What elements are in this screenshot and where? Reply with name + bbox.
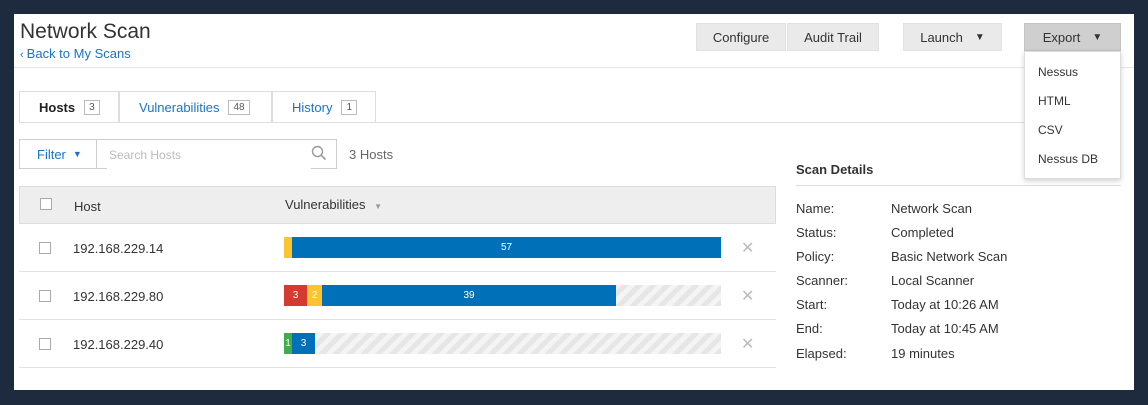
app-window: Network Scan ‹ Back to My Scans Configure…	[14, 14, 1134, 390]
severity-segment-high[interactable]: 3	[284, 285, 307, 306]
detail-label: Scanner:	[796, 273, 849, 288]
detail-value: Basic Network Scan	[891, 249, 1008, 264]
host-ip: 192.168.229.14	[73, 241, 164, 256]
caret-down-icon: ▼	[1092, 31, 1103, 43]
tabs-divider	[19, 122, 1121, 123]
sort-down-icon: ▼	[374, 202, 382, 211]
page-title: Network Scan	[20, 20, 151, 43]
detail-label: Elapsed:	[796, 346, 847, 361]
export-label: Export	[1042, 29, 1081, 45]
tab-history[interactable]: History 1	[272, 91, 376, 123]
export-option-nessus[interactable]: Nessus	[1038, 65, 1078, 79]
scan-details-title: Scan Details	[796, 162, 874, 177]
caret-down-icon: ▼	[974, 31, 985, 43]
tab-count-badge: 48	[228, 100, 250, 115]
detail-value: Local Scanner	[891, 273, 975, 288]
severity-segment-info[interactable]: 39	[322, 285, 616, 306]
host-ip: 192.168.229.80	[73, 289, 164, 304]
row-checkbox[interactable]	[39, 338, 51, 350]
table-row[interactable]: 192.168.229.80 3 2 39 ✕	[19, 272, 776, 320]
tab-count-badge: 1	[341, 100, 358, 115]
detail-value: Today at 10:26 AM	[891, 297, 999, 312]
configure-label: Configure	[712, 29, 770, 45]
vulnerabilities-column-header[interactable]: Vulnerabilities ▼	[285, 197, 382, 212]
detail-value: Today at 10:45 AM	[891, 321, 999, 336]
detail-label: End:	[796, 321, 823, 336]
hosts-table: Host Vulnerabilities ▼ 192.168.229.14 57…	[19, 186, 776, 368]
launch-label: Launch	[920, 29, 963, 45]
row-checkbox[interactable]	[39, 290, 51, 302]
filter-button[interactable]: Filter ▼	[19, 139, 97, 169]
severity-segment-info[interactable]: 3	[292, 333, 315, 354]
export-option-csv[interactable]: CSV	[1038, 123, 1063, 137]
remove-icon[interactable]: ✕	[741, 238, 754, 258]
host-count: 3 Hosts	[349, 147, 394, 162]
caret-down-icon: ▼	[72, 149, 82, 159]
chevron-left-icon: ‹	[20, 49, 24, 61]
detail-label: Policy:	[796, 249, 835, 264]
table-row[interactable]: 192.168.229.14 57 ✕	[19, 224, 776, 272]
detail-label: Name:	[796, 201, 835, 216]
detail-value: Network Scan	[891, 201, 972, 216]
severity-segment-medium[interactable]: 2	[307, 285, 322, 306]
table-header: Host Vulnerabilities ▼	[19, 186, 776, 224]
tab-label: Hosts	[39, 100, 76, 115]
scan-details-divider	[796, 185, 1121, 186]
host-column-header[interactable]: Host	[74, 199, 101, 214]
filter-label: Filter	[37, 146, 66, 162]
vulnerability-bar[interactable]: 13	[284, 333, 721, 354]
configure-button[interactable]: Configure	[696, 23, 786, 51]
audit-trail-button[interactable]: Audit Trail	[787, 23, 879, 51]
tab-label: Vulnerabilities	[139, 100, 220, 115]
table-row[interactable]: 192.168.229.40 13 ✕	[19, 320, 776, 368]
search-box	[97, 139, 337, 169]
tab-hosts[interactable]: Hosts 3	[19, 91, 119, 123]
audit-trail-label: Audit Trail	[804, 29, 862, 45]
header-divider	[14, 67, 1134, 68]
vulnerability-bar[interactable]: 3 2 39	[284, 285, 721, 306]
detail-value: Completed	[891, 225, 954, 240]
search-input[interactable]	[107, 141, 311, 169]
row-checkbox[interactable]	[39, 242, 51, 254]
back-link-label: Back to My Scans	[26, 46, 131, 61]
detail-label: Status:	[796, 225, 837, 240]
detail-label: Start:	[796, 297, 828, 312]
back-to-my-scans-link[interactable]: ‹ Back to My Scans	[20, 46, 131, 61]
export-button[interactable]: Export ▼	[1024, 23, 1121, 51]
detail-value: 19 minutes	[891, 346, 955, 361]
export-option-nessus-db[interactable]: Nessus DB	[1038, 152, 1098, 166]
select-all-checkbox[interactable]	[40, 198, 52, 210]
vulnerabilities-column-label: Vulnerabilities	[285, 197, 366, 212]
tab-count-badge: 3	[84, 100, 100, 115]
severity-segment-low[interactable]: 1	[284, 333, 292, 354]
export-option-html[interactable]: HTML	[1038, 94, 1071, 108]
remove-icon[interactable]: ✕	[741, 286, 754, 306]
tab-vulnerabilities[interactable]: Vulnerabilities 48	[119, 91, 272, 123]
launch-button[interactable]: Launch ▼	[903, 23, 1002, 51]
severity-segment-info[interactable]: 57	[292, 237, 721, 258]
export-dropdown-menu: Nessus HTML CSV Nessus DB	[1024, 51, 1121, 179]
severity-segment-medium[interactable]	[284, 237, 292, 258]
search-icon[interactable]	[311, 145, 327, 166]
tab-label: History	[292, 100, 333, 115]
remove-icon[interactable]: ✕	[741, 334, 754, 354]
vulnerability-bar[interactable]: 57	[284, 237, 721, 258]
host-ip: 192.168.229.40	[73, 337, 164, 352]
